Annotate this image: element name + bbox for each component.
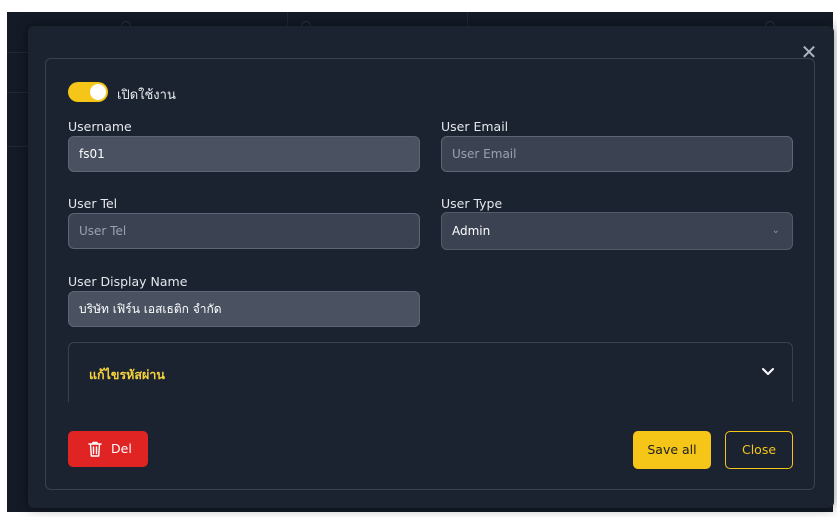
display-name-label: User Display Name [68, 274, 188, 289]
username-label: Username [68, 119, 132, 134]
save-all-button[interactable]: Save all [633, 431, 711, 469]
close-button[interactable]: Close [725, 431, 793, 469]
tel-label: User Tel [68, 196, 118, 211]
username-input[interactable] [68, 136, 420, 172]
active-toggle-label: เปิดใช้งาน [117, 88, 176, 103]
display-name-input[interactable] [68, 291, 420, 327]
delete-button-label: Del [111, 441, 132, 456]
change-password-title: แก้ไขรหัสผ่าน [89, 367, 165, 382]
toggle-knob [90, 84, 106, 100]
active-toggle[interactable] [68, 82, 108, 102]
chevron-down-icon [762, 368, 774, 375]
user-type-select[interactable]: Admin ⌄ [441, 212, 793, 250]
trash-icon [88, 441, 102, 457]
user-type-value: Admin [452, 224, 491, 238]
delete-button[interactable]: Del [68, 431, 148, 467]
user-type-label: User Type [441, 196, 503, 211]
email-label: User Email [441, 119, 509, 134]
email-input[interactable] [441, 136, 793, 172]
change-password-accordion[interactable]: แก้ไขรหัสผ่าน [68, 342, 793, 402]
tel-input[interactable] [68, 213, 420, 249]
chevron-down-icon: ⌄ [771, 225, 780, 236]
